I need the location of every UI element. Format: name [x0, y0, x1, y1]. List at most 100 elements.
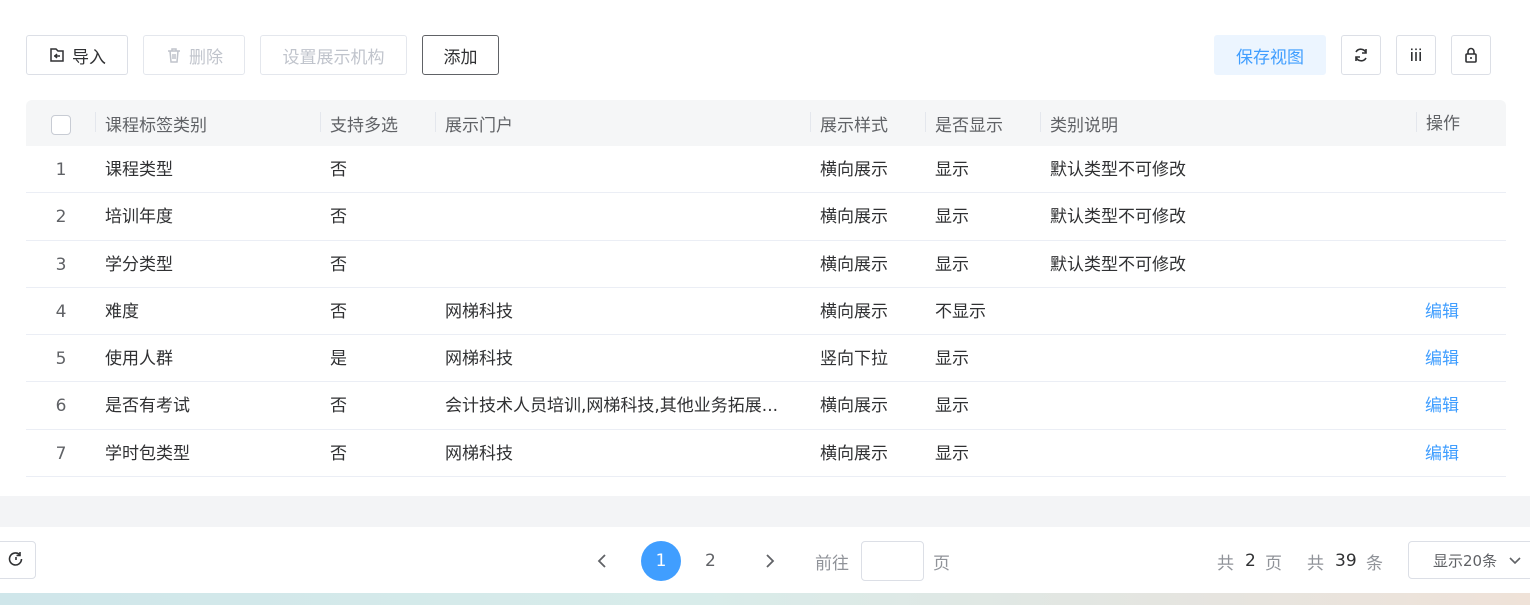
- chevron-down-icon: [1509, 557, 1521, 565]
- edit-link[interactable]: 编辑: [1425, 288, 1485, 335]
- cell-category: 使用人群: [105, 349, 173, 370]
- table-row: 4 难度 否 网梯科技 横向展示 不显示 编辑: [26, 288, 1506, 336]
- table-row: 5 使用人群 是 网梯科技 竖向下拉 显示 编辑: [26, 335, 1506, 383]
- table-header: 课程标签类别 支持多选 展示门户 展示样式 是否显示 类别说明 操作: [26, 100, 1506, 146]
- edit-link[interactable]: 编辑: [1425, 430, 1485, 477]
- header-display: 是否显示: [925, 100, 1003, 146]
- cell-category: 培训年度: [105, 207, 173, 228]
- cell-category: 是否有考试: [105, 396, 190, 417]
- cell-multi: 否: [330, 207, 347, 228]
- total-pages-unit: 页: [1265, 553, 1282, 574]
- cell-display: 显示: [935, 396, 969, 417]
- cell-multi: 是: [330, 349, 347, 370]
- header-category: 课程标签类别: [95, 100, 207, 146]
- edit-link[interactable]: [1425, 146, 1485, 193]
- cell-display: 显示: [935, 443, 969, 464]
- refresh-button[interactable]: [1341, 35, 1381, 75]
- cell-portal: [445, 241, 785, 288]
- trash-icon: [168, 48, 180, 63]
- import-button[interactable]: 导入: [26, 35, 128, 75]
- header-portal: 展示门户: [435, 100, 513, 146]
- cell-style: 横向展示: [820, 396, 888, 417]
- next-page-button[interactable]: [760, 547, 778, 575]
- refresh-icon: [1355, 48, 1367, 62]
- cell-style: 横向展示: [820, 254, 888, 275]
- row-index: 4: [55, 301, 67, 322]
- cell-display: 显示: [935, 254, 969, 275]
- cell-portal: 网梯科技: [445, 443, 513, 464]
- cell-desc: [1050, 430, 1410, 477]
- save-view-label: 保存视图: [1236, 47, 1304, 68]
- header-action: 操作: [1416, 100, 1460, 146]
- page-number-active[interactable]: 1: [641, 541, 681, 581]
- cell-portal: [445, 193, 785, 240]
- edit-link[interactable]: [1425, 241, 1485, 288]
- table-row: 1 课程类型 否 横向展示 显示 默认类型不可修改: [26, 146, 1506, 194]
- cell-category: 学时包类型: [105, 443, 190, 464]
- cell-desc: [1050, 335, 1410, 382]
- prev-page-button[interactable]: [594, 547, 612, 575]
- cell-portal: 网梯科技: [445, 301, 513, 322]
- cell-category: 难度: [105, 301, 139, 322]
- chevron-right-icon: [766, 554, 775, 568]
- table-card: 导入 删除 设置展示机构 添加 保存视图 课程标签类别 支持多选 展示门户 展示…: [0, 0, 1530, 496]
- row-index: 7: [55, 443, 67, 464]
- save-view-button[interactable]: 保存视图: [1214, 35, 1326, 75]
- cell-display: 不显示: [935, 301, 986, 322]
- add-label: 添加: [443, 47, 478, 68]
- delete-label: 删除: [189, 47, 223, 68]
- edit-link[interactable]: 编辑: [1425, 382, 1485, 429]
- goto-unit-label: 页: [933, 553, 950, 574]
- reload-button[interactable]: [0, 541, 36, 579]
- total-pages-value: 2: [1245, 551, 1256, 571]
- total-pages-prefix: 共: [1217, 553, 1234, 574]
- edit-link[interactable]: [1425, 193, 1485, 240]
- row-index: 5: [55, 349, 67, 370]
- header-desc: 类别说明: [1040, 100, 1118, 146]
- category-table: 课程标签类别 支持多选 展示门户 展示样式 是否显示 类别说明 操作 1 课程类…: [26, 100, 1506, 478]
- row-index: 1: [55, 160, 67, 180]
- taskbar-strip: [0, 593, 1530, 605]
- columns-icon: [1411, 48, 1421, 61]
- cell-multi: 否: [330, 301, 347, 322]
- cell-desc: 默认类型不可修改: [1050, 254, 1186, 275]
- page-number[interactable]: 2: [705, 547, 716, 575]
- import-icon: [50, 48, 64, 62]
- cell-portal: 会计技术人员培训,网梯科技,其他业务拓展...: [445, 396, 779, 417]
- goto-label: 前往: [815, 553, 849, 574]
- row-index: 3: [55, 254, 67, 275]
- row-index: 6: [55, 396, 67, 417]
- cell-portal: 网梯科技: [445, 349, 513, 370]
- import-label: 导入: [72, 47, 106, 68]
- lock-button[interactable]: [1451, 35, 1491, 75]
- cell-desc: 默认类型不可修改: [1050, 207, 1186, 228]
- goto-page-input[interactable]: [861, 541, 924, 581]
- cell-multi: 否: [330, 396, 347, 417]
- lock-icon: [1465, 47, 1477, 63]
- page-size-value: 显示20条: [1433, 551, 1498, 570]
- table-row: 3 学分类型 否 横向展示 显示 默认类型不可修改: [26, 241, 1506, 288]
- column-settings-button[interactable]: [1396, 35, 1436, 75]
- add-button[interactable]: 添加: [422, 35, 499, 75]
- delete-button[interactable]: 删除: [143, 35, 245, 75]
- table-row: 2 培训年度 否 横向展示 显示 默认类型不可修改: [26, 193, 1506, 241]
- header-multi: 支持多选: [320, 100, 398, 146]
- cell-desc: [1050, 382, 1410, 429]
- cell-style: 竖向下拉: [820, 349, 888, 370]
- cell-style: 横向展示: [820, 443, 888, 464]
- select-all-checkbox[interactable]: [51, 115, 71, 135]
- edit-link[interactable]: 编辑: [1425, 335, 1485, 382]
- table-row: 6 是否有考试 否 会计技术人员培训,网梯科技,其他业务拓展... 横向展示 显…: [26, 382, 1506, 430]
- pagination-bar: 1 2 前往 页 共 2 页 共 39 条 显示20条: [0, 527, 1530, 593]
- row-index: 2: [55, 207, 67, 228]
- cell-display: 显示: [935, 207, 969, 228]
- chevron-left-icon: [597, 554, 606, 568]
- set-org-button[interactable]: 设置展示机构: [260, 35, 407, 75]
- cell-portal: [445, 146, 785, 193]
- cell-style: 横向展示: [820, 160, 888, 180]
- page-size-select[interactable]: 显示20条: [1408, 541, 1530, 579]
- header-style: 展示样式: [810, 100, 888, 146]
- reload-icon: [8, 552, 23, 566]
- cell-multi: 否: [330, 160, 347, 180]
- cell-desc: [1050, 288, 1410, 335]
